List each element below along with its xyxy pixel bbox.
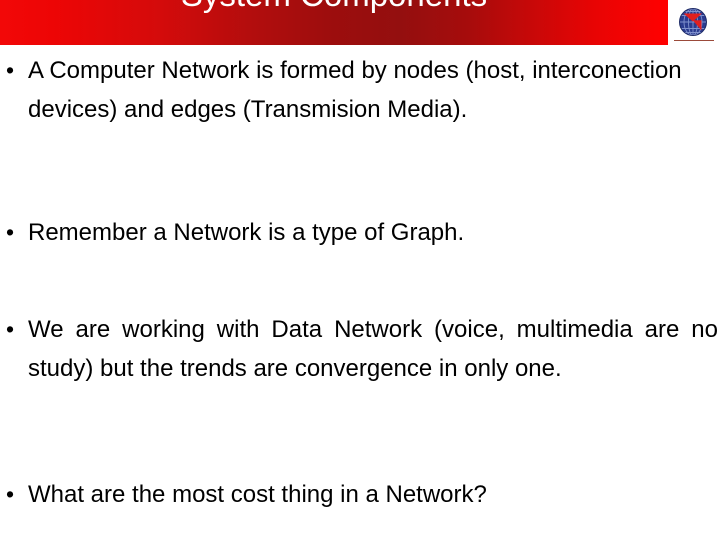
bullet-item: • Remember a Network is a type of Graph.	[6, 213, 720, 252]
logo-area	[672, 0, 720, 48]
logo-underline	[674, 40, 714, 41]
bullet-marker: •	[6, 481, 15, 507]
title-banner: System Components	[0, 0, 668, 45]
slide-canvas: System Components	[0, 0, 720, 540]
bullet-item: • A Computer Network is formed by nodes …	[6, 51, 720, 129]
globe-icon	[678, 7, 708, 37]
bullet-text: Remember a Network is a type of Graph.	[28, 219, 465, 246]
bullet-marker: •	[6, 57, 15, 83]
bullet-item: • We are working with Data Network (voic…	[6, 310, 720, 388]
bullet-marker: •	[6, 316, 15, 342]
bullet-text: What are the most cost thing in a Networ…	[28, 481, 487, 508]
bullet-item: • What are the most cost thing in a Netw…	[6, 475, 720, 514]
slide-body: • A Computer Network is formed by nodes …	[0, 47, 720, 540]
bullet-marker: •	[6, 219, 15, 245]
slide-title: System Components	[0, 0, 668, 14]
bullet-text: We are working with Data Network (voice,…	[28, 316, 718, 382]
bullet-text: A Computer Network is formed by nodes (h…	[28, 57, 682, 123]
